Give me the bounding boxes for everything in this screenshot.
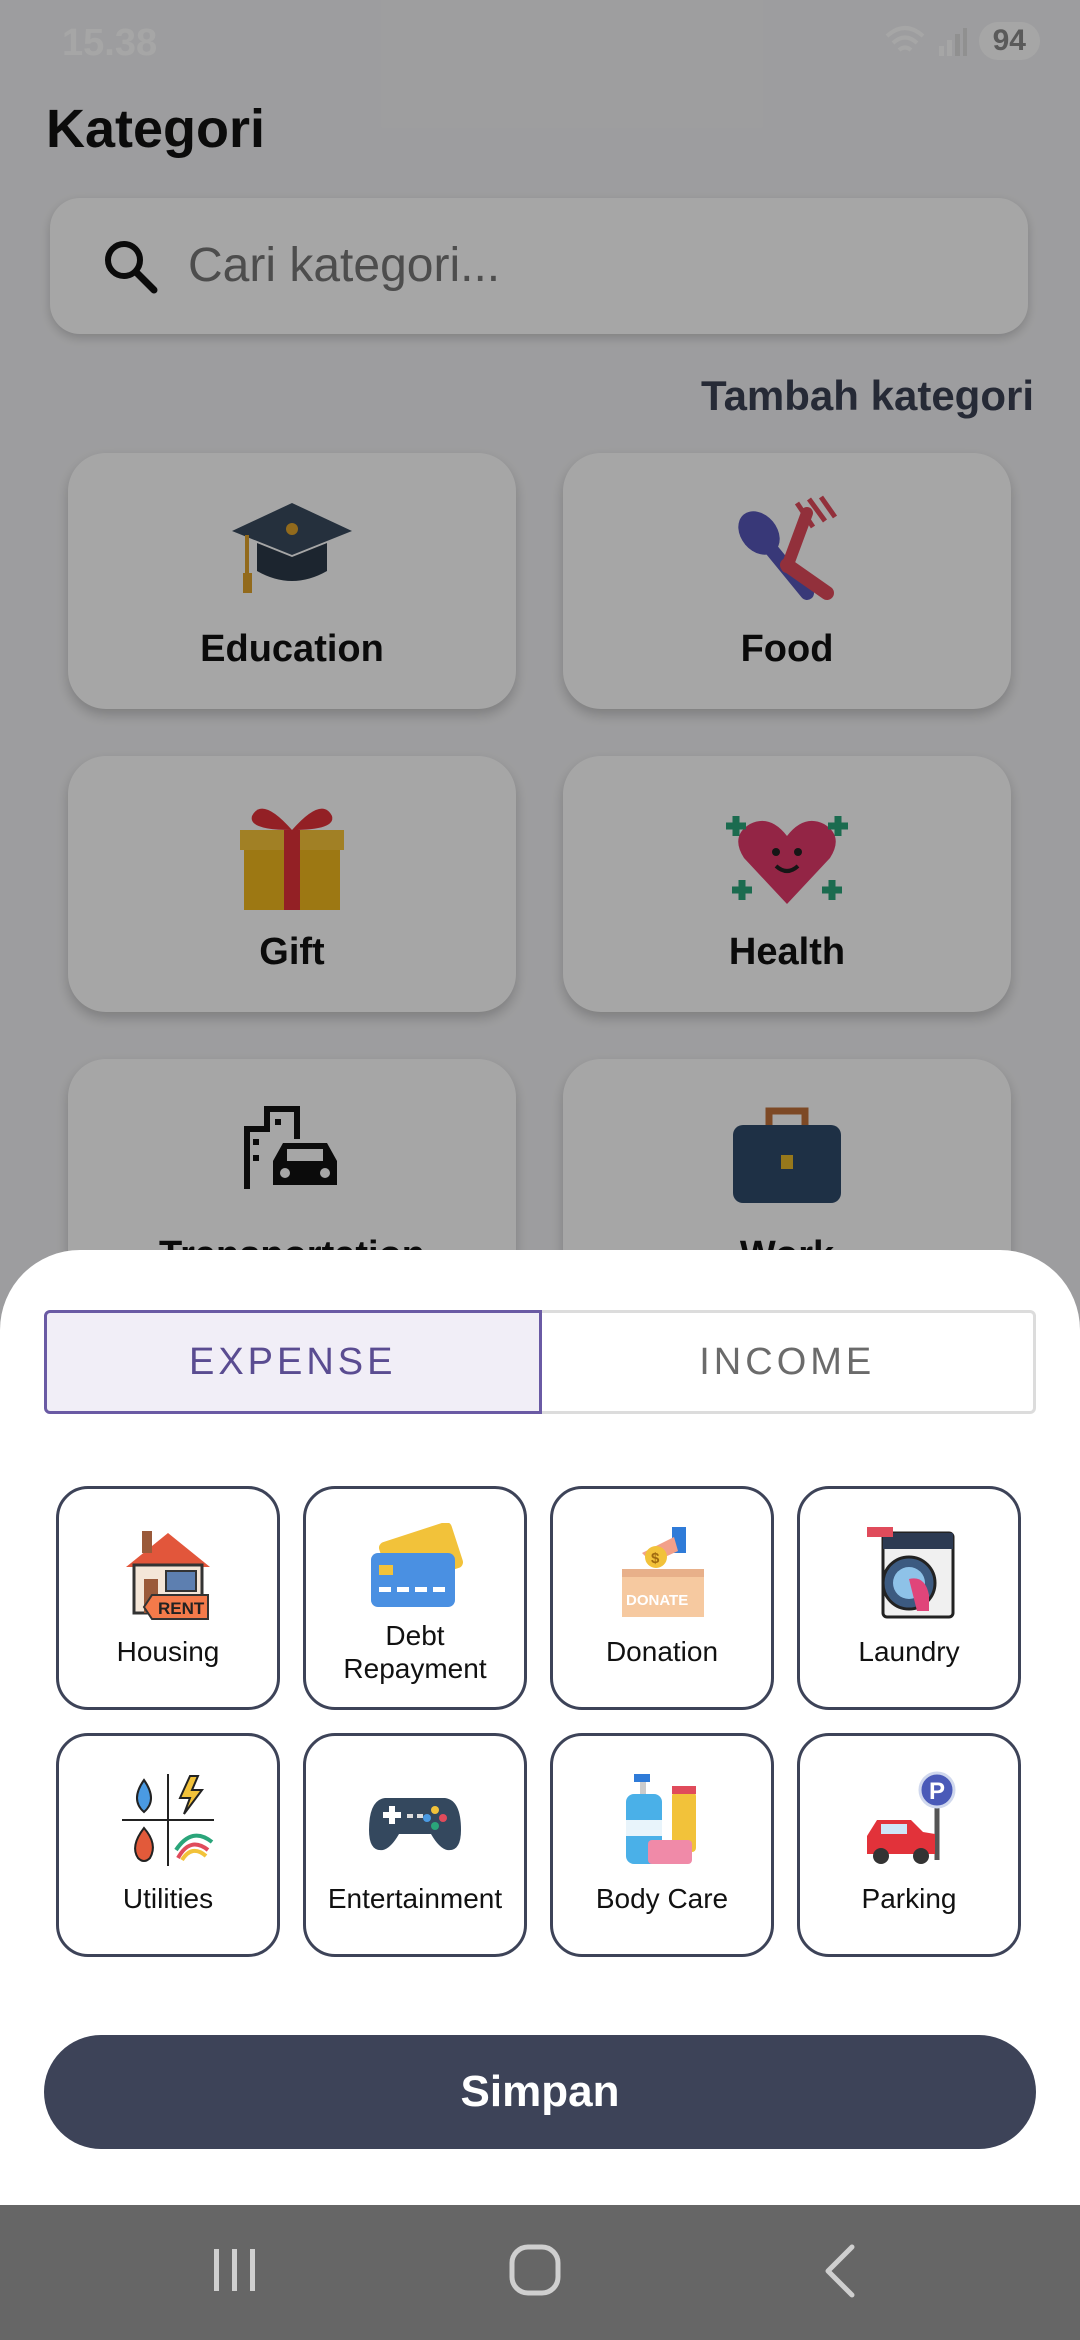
home-icon[interactable]: [508, 2243, 564, 2299]
svg-text:P: P: [929, 1778, 945, 1805]
option-label: Utilities: [122, 1883, 214, 1914]
type-toggle: EXPENSE INCOME: [44, 1310, 1036, 1414]
utilities-icon: [122, 1774, 214, 1866]
option-entertainment[interactable]: Entertainment: [303, 1733, 527, 1957]
option-label: Debt Repayment: [343, 1620, 487, 1684]
svg-text:RENT: RENT: [158, 1599, 205, 1618]
system-nav-bar: [0, 2205, 1080, 2340]
house-rent-icon: RENT: [126, 1531, 210, 1620]
option-utilities[interactable]: Utilities: [56, 1733, 280, 1957]
tab-income[interactable]: INCOME: [541, 1310, 1036, 1414]
option-laundry[interactable]: Laundry: [797, 1486, 1021, 1710]
option-debt-repayment[interactable]: Debt Repayment: [303, 1486, 527, 1710]
option-label: Donation: [605, 1636, 719, 1667]
donate-box-icon: $ DONATE: [622, 1527, 704, 1617]
option-label: Housing: [116, 1636, 220, 1667]
option-parking[interactable]: P Parking: [797, 1733, 1021, 1957]
parking-car-icon: P: [867, 1771, 956, 1864]
option-label: Entertainment: [327, 1883, 503, 1914]
back-icon[interactable]: [820, 2243, 860, 2299]
option-label: Parking: [861, 1883, 957, 1914]
svg-text:DONATE: DONATE: [626, 1592, 688, 1609]
gamepad-icon: [369, 1798, 461, 1851]
option-body-care[interactable]: Body Care: [550, 1733, 774, 1957]
recent-apps-icon[interactable]: [210, 2243, 260, 2297]
option-label: Laundry: [858, 1636, 960, 1667]
washing-machine-icon: [867, 1527, 955, 1619]
option-label: Body Care: [595, 1883, 729, 1914]
body-care-icon: [626, 1774, 696, 1864]
save-button[interactable]: Simpan: [44, 2035, 1036, 2149]
svg-text:$: $: [651, 1550, 660, 1567]
option-donation[interactable]: $ DONATE Donation: [550, 1486, 774, 1710]
option-housing[interactable]: RENT Housing: [56, 1486, 280, 1710]
credit-card-icon: [371, 1523, 463, 1607]
category-picker-sheet: EXPENSE INCOME RENT Housing Debt Repayme…: [0, 1250, 1080, 2205]
tab-expense[interactable]: EXPENSE: [44, 1310, 542, 1414]
